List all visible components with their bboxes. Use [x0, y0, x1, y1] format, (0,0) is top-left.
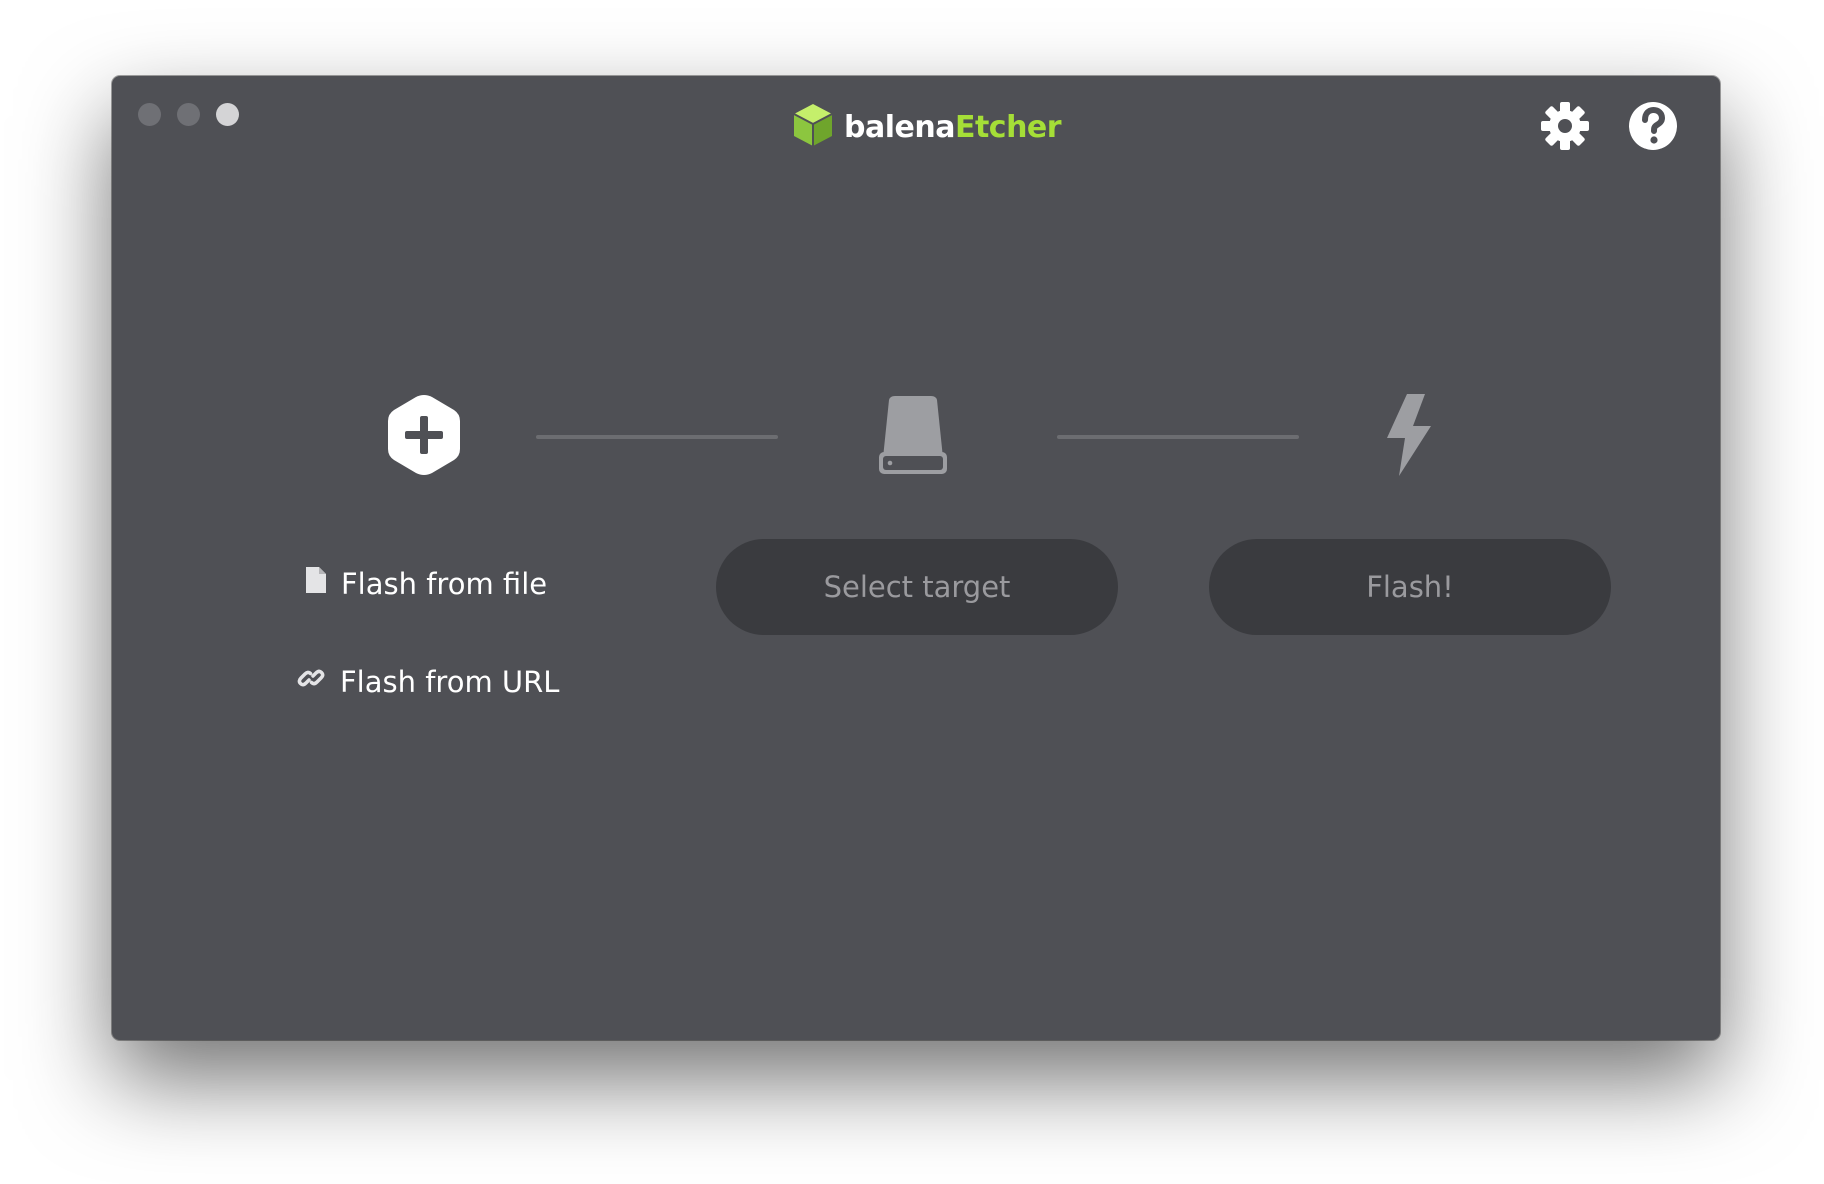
maximize-window-button[interactable]: [216, 103, 239, 126]
app-title: balenaEtcher: [844, 109, 1062, 145]
flash-button-label: Flash!: [1366, 570, 1454, 604]
help-button[interactable]: [1624, 99, 1682, 157]
step-connector: [1057, 435, 1299, 439]
cube-icon: [792, 102, 834, 152]
file-icon: [305, 566, 327, 601]
flash-from-file-button[interactable]: Flash from file: [305, 566, 547, 601]
settings-button[interactable]: [1536, 99, 1594, 157]
gear-icon: [1539, 100, 1591, 156]
hexagon-plus-icon: [384, 392, 464, 482]
minimize-window-button[interactable]: [177, 103, 200, 126]
select-target-step-icon: [868, 392, 958, 482]
link-icon: [296, 663, 326, 700]
flash-step-icon: [1362, 392, 1452, 482]
app-window: balenaEtcher Flash from file Flash from …: [112, 76, 1720, 1040]
drive-icon: [873, 392, 953, 482]
flash-from-file-label: Flash from file: [341, 566, 548, 601]
select-image-step-button[interactable]: [379, 392, 469, 482]
step-connector: [536, 435, 778, 439]
window-controls: [138, 103, 239, 126]
question-circle-icon: [1627, 100, 1679, 156]
flash-from-url-label: Flash from URL: [340, 664, 560, 699]
app-logo: balenaEtcher: [792, 101, 1062, 153]
close-window-button[interactable]: [138, 103, 161, 126]
select-target-button[interactable]: Select target: [716, 539, 1118, 635]
flash-from-url-button[interactable]: Flash from URL: [296, 663, 559, 700]
flash-button[interactable]: Flash!: [1209, 539, 1611, 635]
lightning-icon: [1377, 392, 1437, 482]
select-target-label: Select target: [823, 570, 1011, 604]
